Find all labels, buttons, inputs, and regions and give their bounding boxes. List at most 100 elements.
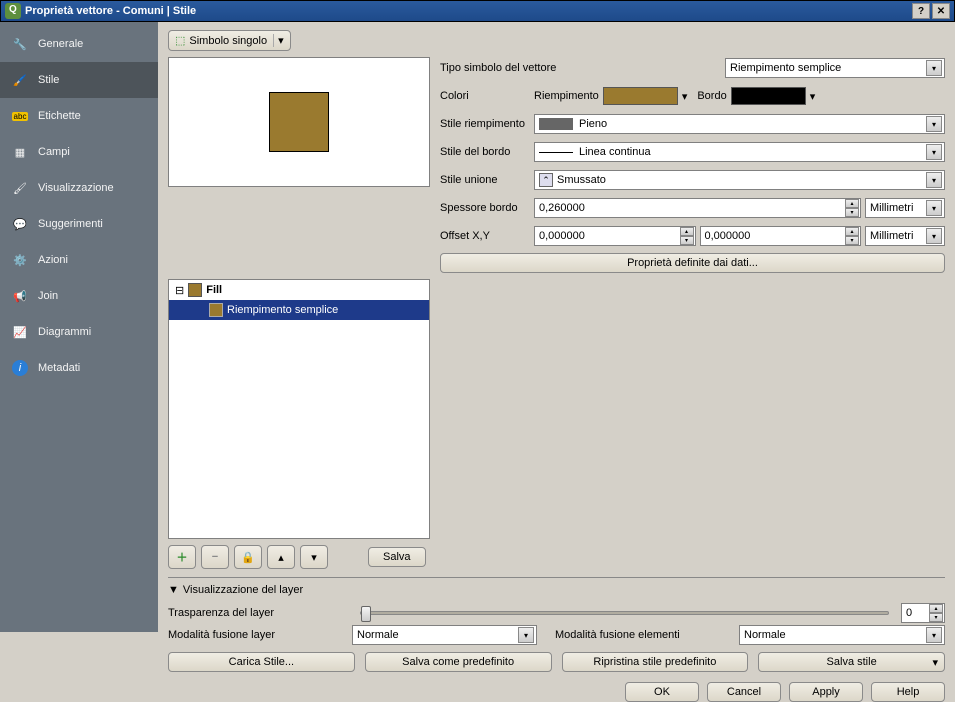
apply-button[interactable]: Apply bbox=[789, 682, 863, 702]
spin-buttons[interactable]: ▴▾ bbox=[929, 604, 943, 622]
border-width-unit-select[interactable]: Millimetri ▾ bbox=[865, 198, 945, 218]
border-color-swatch[interactable] bbox=[731, 87, 806, 105]
border-color-dropdown[interactable]: ▾ bbox=[810, 90, 816, 103]
load-style-button[interactable]: Carica Stile... bbox=[168, 652, 355, 672]
fill-color-label: Riempimento bbox=[534, 90, 599, 102]
bevel-icon: ⌃ bbox=[539, 173, 553, 187]
spin-buttons[interactable]: ▴▾ bbox=[845, 227, 859, 245]
layer-rendering-section: ▼ Visualizzazione del layer Trasparenza … bbox=[168, 577, 945, 646]
symbol-layer-tree[interactable]: ⊟ Fill Riempimento semplice bbox=[168, 279, 430, 539]
sidebar-item-suggerimenti[interactable]: 💬Suggerimenti bbox=[0, 206, 158, 242]
symbol-mode-dropdown[interactable]: ⬚ Simbolo singolo ▾ bbox=[168, 30, 291, 51]
border-style-value: Linea continua bbox=[579, 146, 651, 158]
chevron-down-icon: ▾ bbox=[926, 627, 942, 643]
sidebar-item-label: Diagrammi bbox=[38, 326, 91, 338]
sidebar-item-generale[interactable]: 🔧Generale bbox=[0, 26, 158, 62]
chevron-down-icon: ▾ bbox=[311, 551, 317, 564]
join-style-value: Smussato bbox=[557, 174, 606, 186]
data-defined-label: Proprietà definite dai dati... bbox=[627, 257, 758, 269]
sidebar-item-etichette[interactable]: abc Etichette bbox=[0, 98, 158, 134]
join-icon: 📢 bbox=[10, 286, 30, 306]
collapse-arrow-icon[interactable]: ▼ bbox=[168, 584, 179, 596]
close-titlebar-button[interactable]: ✕ bbox=[932, 3, 950, 19]
sidebar-item-label: Visualizzazione bbox=[38, 182, 114, 194]
fill-color-swatch[interactable] bbox=[603, 87, 678, 105]
type-label: Tipo simbolo del vettore bbox=[440, 62, 580, 74]
move-down-button[interactable]: ▾ bbox=[300, 545, 328, 569]
titlebar: Proprietà vettore - Comuni | Stile ? ✕ bbox=[0, 0, 955, 22]
sidebar-item-join[interactable]: 📢 Join bbox=[0, 278, 158, 314]
spin-buttons[interactable]: ▴▾ bbox=[680, 227, 694, 245]
help-titlebar-button[interactable]: ? bbox=[912, 3, 930, 19]
transparency-slider[interactable] bbox=[360, 611, 889, 615]
save-style-button[interactable]: Salva stile▾ bbox=[758, 652, 945, 672]
transparency-label: Trasparenza del layer bbox=[168, 607, 348, 619]
chevron-down-icon: ▾ bbox=[926, 60, 942, 76]
border-width-unit: Millimetri bbox=[870, 202, 913, 214]
fill-style-select[interactable]: Pieno ▾ bbox=[534, 114, 945, 134]
sidebar-item-campi[interactable]: ▦Campi bbox=[0, 134, 158, 170]
border-style-select[interactable]: Linea continua ▾ bbox=[534, 142, 945, 162]
symbol-type-select[interactable]: Riempimento semplice ▾ bbox=[725, 58, 945, 78]
move-up-button[interactable]: ▴ bbox=[267, 545, 295, 569]
collapse-icon[interactable]: ⊟ bbox=[175, 284, 184, 297]
sidebar-item-azioni[interactable]: ⚙️Azioni bbox=[0, 242, 158, 278]
chevron-down-icon: ▾ bbox=[926, 144, 942, 160]
fill-color-dropdown[interactable]: ▾ bbox=[682, 90, 688, 103]
slider-thumb[interactable] bbox=[361, 606, 371, 622]
blend-feature-value: Normale bbox=[744, 629, 786, 641]
label-icon: abc bbox=[10, 106, 30, 126]
save-default-button[interactable]: Salva come predefinito bbox=[365, 652, 552, 672]
restore-default-label: Ripristina stile predefinito bbox=[593, 656, 716, 668]
blend-layer-value: Normale bbox=[357, 629, 399, 641]
balloon-icon: 💬 bbox=[10, 214, 30, 234]
save-label: Salva bbox=[383, 551, 411, 563]
offset-x-input[interactable]: 0,000000 ▴▾ bbox=[534, 226, 696, 246]
main-panel: ⬚ Simbolo singolo ▾ Tipo simbolo del vet… bbox=[158, 22, 955, 632]
blend-feature-select[interactable]: Normale ▾ bbox=[739, 625, 945, 645]
spin-buttons[interactable]: ▴▾ bbox=[845, 199, 859, 217]
chevron-down-icon: ▾ bbox=[518, 627, 534, 643]
transparency-input[interactable]: 0 ▴▾ bbox=[901, 603, 945, 623]
border-width-input[interactable]: 0,260000 ▴▾ bbox=[534, 198, 861, 218]
join-style-label: Stile unione bbox=[440, 174, 530, 186]
paint-icon: 🖌 bbox=[10, 178, 30, 198]
table-icon: ▦ bbox=[10, 142, 30, 162]
sidebar-item-stile[interactable]: 🖌️Stile bbox=[0, 62, 158, 98]
sidebar-item-label: Etichette bbox=[38, 110, 81, 122]
colors-label: Colori bbox=[440, 90, 530, 102]
sidebar-item-metadati[interactable]: iMetadati bbox=[0, 350, 158, 386]
save-symbol-button[interactable]: Salva bbox=[368, 547, 426, 567]
offset-y-input[interactable]: 0,000000 ▴▾ bbox=[700, 226, 862, 246]
restore-default-button[interactable]: Ripristina stile predefinito bbox=[562, 652, 749, 672]
categorize-icon: ⬚ bbox=[175, 34, 185, 47]
wrench-icon: 🔧 bbox=[10, 34, 30, 54]
sidebar-item-label: Stile bbox=[38, 74, 59, 86]
help-button[interactable]: Help bbox=[871, 682, 945, 702]
cancel-button[interactable]: Cancel bbox=[707, 682, 781, 702]
sidebar-item-label: Join bbox=[38, 290, 58, 302]
offset-x-value: 0,000000 bbox=[539, 230, 585, 242]
offset-label: Offset X,Y bbox=[440, 230, 530, 242]
tree-child-row[interactable]: Riempimento semplice bbox=[169, 300, 429, 320]
data-defined-button[interactable]: Proprietà definite dai dati... bbox=[440, 253, 945, 273]
offset-unit: Millimetri bbox=[870, 230, 913, 242]
cancel-label: Cancel bbox=[727, 686, 761, 698]
ok-button[interactable]: OK bbox=[625, 682, 699, 702]
sidebar-item-visualizzazione[interactable]: 🖌 Visualizzazione bbox=[0, 170, 158, 206]
section-title: Visualizzazione del layer bbox=[183, 584, 303, 596]
apply-label: Apply bbox=[812, 686, 840, 698]
blend-layer-select[interactable]: Normale ▾ bbox=[352, 625, 537, 645]
offset-unit-select[interactable]: Millimetri ▾ bbox=[865, 226, 945, 246]
sidebar-item-diagrammi[interactable]: 📈Diagrammi bbox=[0, 314, 158, 350]
tree-root-row[interactable]: ⊟ Fill bbox=[169, 280, 429, 300]
sidebar-item-label: Azioni bbox=[38, 254, 68, 266]
save-default-label: Salva come predefinito bbox=[402, 656, 514, 668]
info-icon: i bbox=[10, 358, 30, 378]
preview-swatch bbox=[269, 92, 329, 152]
add-layer-button[interactable]: ＋ bbox=[168, 545, 196, 569]
chevron-down-icon: ▾ bbox=[926, 172, 942, 188]
join-style-select[interactable]: ⌃ Smussato ▾ bbox=[534, 170, 945, 190]
remove-layer-button[interactable]: − bbox=[201, 545, 229, 569]
lock-layer-button[interactable]: 🔒 bbox=[234, 545, 262, 569]
